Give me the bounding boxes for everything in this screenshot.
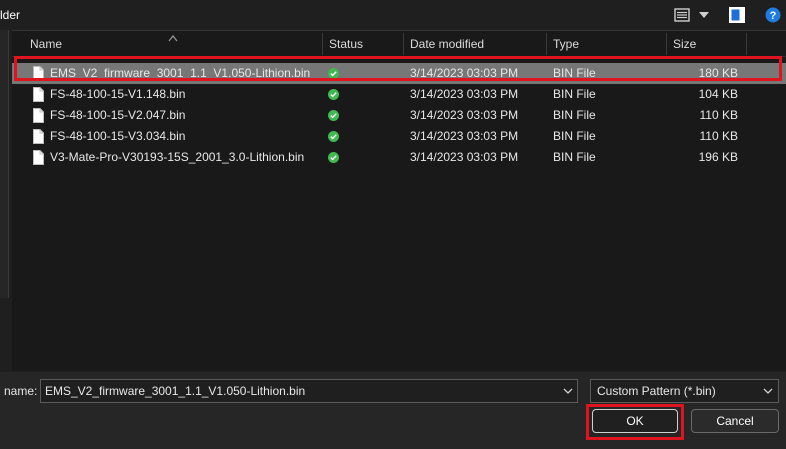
- column-divider[interactable]: [546, 33, 547, 55]
- column-status[interactable]: Status: [329, 31, 363, 56]
- filename-input[interactable]: EMS_V2_firmware_3001_1.1_V1.050-Lithion.…: [40, 379, 578, 403]
- column-date-modified[interactable]: Date modified: [410, 31, 484, 56]
- file-type: BIN File: [553, 150, 596, 164]
- file-type: BIN File: [553, 129, 596, 143]
- file-type: BIN File: [553, 66, 596, 80]
- column-header: Name Status Date modified Type Size: [12, 31, 786, 57]
- synced-check-icon: [328, 68, 339, 79]
- column-divider[interactable]: [746, 33, 747, 55]
- column-divider[interactable]: [403, 33, 404, 55]
- file-icon: [33, 129, 44, 144]
- column-size[interactable]: Size: [673, 31, 696, 56]
- preview-pane-icon[interactable]: [728, 6, 746, 24]
- file-icon: [33, 150, 44, 165]
- column-name[interactable]: Name: [30, 31, 62, 56]
- file-type: BIN File: [553, 87, 596, 101]
- navigation-pane-edge: [0, 30, 9, 298]
- file-icon: [33, 87, 44, 102]
- file-size: 180 KB: [698, 66, 738, 80]
- file-name: V3-Mate-Pro-V30193-15S_2001_3.0-Lithion.…: [50, 150, 305, 164]
- synced-check-icon: [328, 131, 339, 142]
- chevron-down-icon[interactable]: [762, 384, 774, 398]
- synced-check-icon: [328, 110, 339, 121]
- svg-text:?: ?: [770, 10, 777, 22]
- filename-label: name:: [4, 384, 38, 398]
- synced-check-icon: [328, 152, 339, 163]
- column-divider[interactable]: [666, 33, 667, 55]
- synced-check-icon: [328, 89, 339, 100]
- cancel-button[interactable]: Cancel: [691, 409, 779, 433]
- file-icon: [33, 108, 44, 123]
- file-name: FS-48-100-15-V1.148.bin: [50, 87, 186, 101]
- sort-ascending-icon: [168, 31, 178, 42]
- file-name: FS-48-100-15-V3.034.bin: [50, 129, 186, 143]
- chevron-down-icon[interactable]: [562, 384, 574, 398]
- dialog-title: lder: [0, 8, 21, 22]
- file-type-select[interactable]: Custom Pattern (*.bin): [590, 379, 779, 403]
- chevron-down-icon[interactable]: [697, 7, 711, 23]
- file-size: 110 KB: [699, 108, 738, 122]
- file-date: 3/14/2023 03:03 PM: [410, 108, 519, 122]
- file-name: FS-48-100-15-V2.047.bin: [50, 108, 186, 122]
- file-date: 3/14/2023 03:03 PM: [410, 87, 519, 101]
- file-date: 3/14/2023 03:03 PM: [410, 129, 519, 143]
- file-name: EMS_V2_firmware_3001_1.1_V1.050-Lithion.…: [50, 66, 311, 80]
- column-type[interactable]: Type: [553, 31, 579, 56]
- file-icon: [33, 66, 44, 81]
- file-row[interactable]: FS-48-100-15-V1.148.bin 3/14/2023 03:03 …: [12, 84, 786, 105]
- file-row[interactable]: FS-48-100-15-V3.034.bin 3/14/2023 03:03 …: [12, 126, 786, 147]
- file-type: BIN File: [553, 108, 596, 122]
- title-bar: lder ?: [0, 0, 786, 30]
- file-list[interactable]: Name Status Date modified Type Size EMS_…: [12, 30, 786, 371]
- ok-button[interactable]: OK: [592, 409, 678, 433]
- file-size: 104 KB: [698, 87, 738, 101]
- file-size: 110 KB: [699, 129, 738, 143]
- file-size: 196 KB: [698, 150, 738, 164]
- file-date: 3/14/2023 03:03 PM: [410, 66, 519, 80]
- view-list-icon[interactable]: [674, 7, 690, 23]
- file-row[interactable]: V3-Mate-Pro-V30193-15S_2001_3.0-Lithion.…: [12, 147, 786, 168]
- column-divider[interactable]: [322, 33, 323, 55]
- file-row[interactable]: FS-48-100-15-V2.047.bin 3/14/2023 03:03 …: [12, 105, 786, 126]
- help-icon[interactable]: ?: [765, 7, 781, 23]
- file-row[interactable]: EMS_V2_firmware_3001_1.1_V1.050-Lithion.…: [12, 63, 786, 84]
- file-date: 3/14/2023 03:03 PM: [410, 150, 519, 164]
